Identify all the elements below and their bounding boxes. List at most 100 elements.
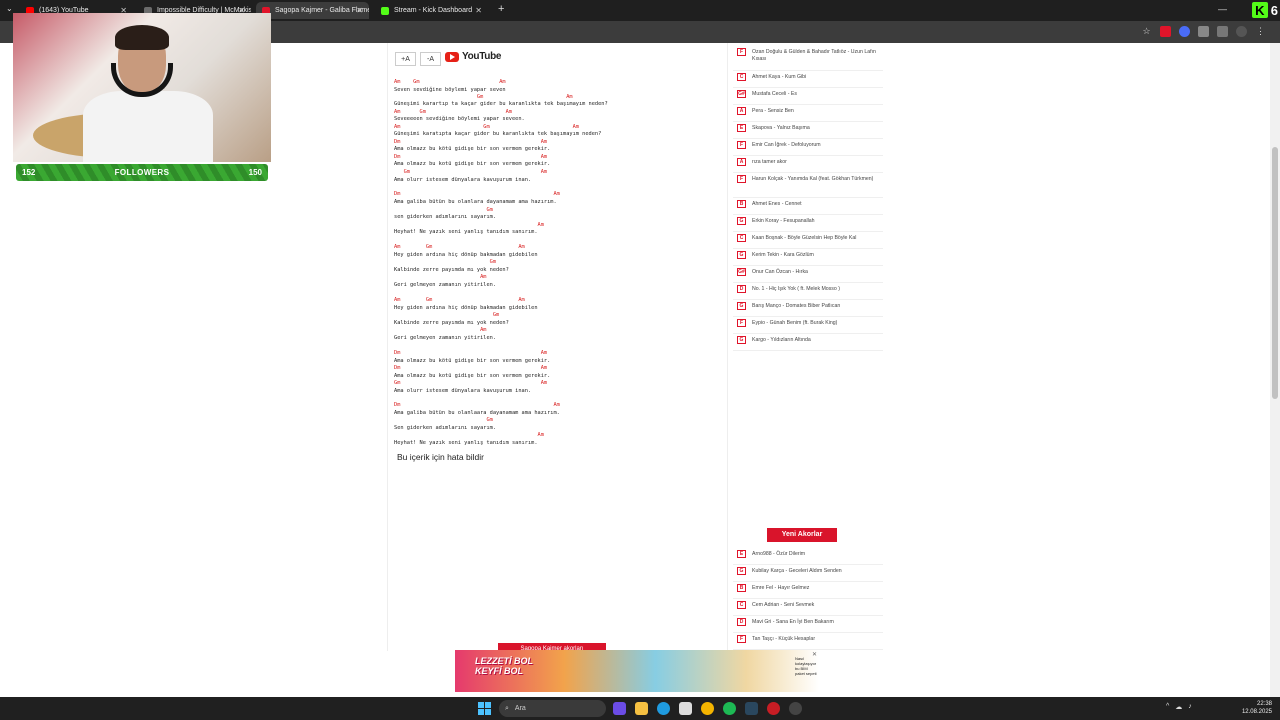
search-icon: ⌕ (505, 704, 509, 712)
song-title: Kubilay Karça - Geceleri Aldım Senden (752, 568, 842, 574)
song-title: Ozan Doğulu & Gülden & Bahadır Tatlıöz -… (752, 49, 876, 62)
song-list-item[interactable]: F Ozan Doğulu & Gülden & Bahadır Tatlıöz … (733, 48, 883, 71)
chord-line: Dm Am (394, 154, 548, 160)
ad-close-icon[interactable]: ✕ (812, 651, 817, 658)
song-list-item[interactable]: E Arno988 - Özür Dilerim (733, 550, 883, 565)
followers-label: FOLLOWERS (114, 168, 170, 177)
scrollbar-thumb[interactable] (1272, 147, 1278, 399)
edge-icon[interactable] (657, 702, 670, 715)
song-list-item[interactable]: D Mavi Gri - Sana En İyi Ben Bakarım (733, 618, 883, 633)
chord-key-badge: G (737, 251, 746, 259)
spotify-icon[interactable] (723, 702, 736, 715)
lyric-line: Geri gelmeyen zamanın yitirilen. (394, 282, 497, 288)
clock[interactable]: 22:38 12.08.2025 (1242, 700, 1272, 716)
steam-icon[interactable] (745, 702, 758, 715)
increase-font-button[interactable]: +A (395, 52, 416, 66)
song-list-item[interactable]: C Kaan Boşnak - Böyle Güzelsin Hep Böyle … (733, 234, 883, 249)
song-list-item[interactable]: G Kerim Tekin - Kara Gözlüm (733, 251, 883, 266)
lyric-line: Ama galiba bütün bu olanlara dayanamam a… (394, 199, 557, 205)
chevron-up-icon[interactable]: ^ (1166, 703, 1169, 711)
song-list-item[interactable]: F Eypio - Günah Benim (ft. Burak King) (733, 319, 883, 334)
song-list-item[interactable]: G Erkin Koray - Fesupanallah (733, 217, 883, 232)
page-scrollbar[interactable] (1270, 43, 1280, 697)
extension-icon[interactable] (1160, 26, 1171, 37)
volume-icon[interactable]: ♪ (1188, 703, 1192, 711)
report-error-link[interactable]: Bu içerik için hata bildir (397, 452, 484, 462)
followers-goal-bar: 152 FOLLOWERS 150 (16, 164, 268, 181)
tab-close-icon[interactable]: ✕ (356, 6, 363, 15)
taskbar-search[interactable]: ⌕ Ara (499, 700, 606, 717)
more-menu-icon[interactable]: ⋮ (1255, 26, 1266, 37)
profile-avatar[interactable] (1236, 26, 1247, 37)
menu-icon[interactable] (1217, 26, 1228, 37)
song-list-item[interactable]: F Tan Taşçı - Küçük Hesaplar (733, 635, 883, 650)
youtube-link[interactable]: YouTube (445, 51, 502, 62)
extension-icon[interactable] (1179, 26, 1190, 37)
network-icon[interactable]: ☁ (1175, 703, 1182, 711)
chord-key-badge: G (737, 302, 746, 310)
song-list-item[interactable]: G# Mustafa Ceceli - Es (733, 90, 883, 105)
chord-key-badge: G# (737, 268, 746, 276)
chord-line: Am (394, 222, 544, 228)
followers-current: 152 (22, 168, 36, 177)
song-list-item[interactable]: B Ahmet Enes - Cennet (733, 200, 883, 215)
browser-tab[interactable]: Sagopa Kajmer - Galiba Flamen ✕ (256, 2, 369, 19)
app-icon[interactable] (767, 702, 780, 715)
chord-key-badge: F (737, 319, 746, 327)
song-title: rıza tamer akor (752, 159, 787, 165)
song-list-item[interactable]: B Emre Fel - Hayır Gelmez (733, 584, 883, 599)
minimize-icon[interactable]: — (1218, 4, 1227, 14)
chord-line: Gm (394, 312, 500, 318)
lyric-line: Güneşimi karatıpta kaçar gider bu karanl… (394, 131, 602, 137)
lyric-line: sen giderken adımlarını sayarım. (394, 214, 497, 220)
app-icon[interactable] (789, 702, 802, 715)
song-list-item[interactable]: C Cem Adrian - Seni Sevmek (733, 601, 883, 616)
chord-line: Dm Am (394, 402, 560, 408)
chord-line: Gm Am (394, 94, 573, 100)
lyric-line: Ama olmazz bu kotü gidişe bir son vermem… (394, 161, 551, 167)
song-list-item[interactable]: D No. 1 - Hiç Işık Yok ( ft. Melek Mosso … (733, 285, 883, 300)
start-button[interactable] (478, 702, 491, 715)
song-list-item[interactable]: G Barış Manço - Domates Biber Patlıcan (733, 302, 883, 317)
song-title: Pera - Sensiz Ben (752, 108, 794, 114)
tab-label: Stream - Kick Dashboard (394, 7, 473, 14)
ad-headline: LEZZETİ BOL KEYFİ BOL (475, 656, 533, 676)
song-list-item[interactable]: A Pera - Sensiz Ben (733, 107, 883, 122)
chord-line: Dm Am (394, 365, 548, 371)
clock-date: 12.08.2025 (1241, 709, 1272, 715)
song-list-item[interactable]: G Kubilay Karça - Geceleri Aldım Senden (733, 567, 883, 582)
file-explorer-icon[interactable] (635, 702, 648, 715)
song-list-item[interactable]: E Skapova - Yalnız Başıma (733, 124, 883, 139)
lyric-line: Seven sevdiğine böylemi yapar seven (394, 87, 506, 93)
song-title: Kerim Tekin - Kara Gözlüm (752, 252, 814, 258)
system-tray[interactable]: ^ ☁ ♪ (1166, 703, 1192, 711)
song-title: Mavi Gri - Sana En İyi Ben Bakarım (752, 619, 834, 625)
song-list-item[interactable]: F Harun Kolçak - Yanımda Kal (feat. Gökha… (733, 175, 883, 198)
song-list-item[interactable]: C Ahmet Kaya - Kum Gibi (733, 73, 883, 88)
bookmark-star-icon[interactable]: ☆ (1141, 26, 1152, 37)
song-list-item[interactable]: F Emir Can İğrek - Defoluyorum (733, 141, 883, 156)
song-list-item[interactable]: G# Onur Can Özcan - Hırka (733, 268, 883, 283)
chrome-icon[interactable] (701, 702, 714, 715)
chord-key-badge: D (737, 618, 746, 626)
tab-close-icon[interactable]: ✕ (475, 6, 482, 15)
song-title: Mustafa Ceceli - Es (752, 91, 797, 97)
chord-key-badge: F (737, 175, 746, 183)
tab-search-icon[interactable]: ⌄ (6, 4, 13, 13)
song-list-item[interactable]: Arıza tamer akor (733, 158, 883, 173)
chord-line: Am Gm Am (394, 244, 525, 250)
chord-key-badge: E (737, 550, 746, 558)
song-title: Tan Taşçı - Küçük Hesaplar (752, 636, 816, 642)
app-icon[interactable] (613, 702, 626, 715)
new-tab-button[interactable]: + (498, 3, 504, 15)
chord-line: Am Gm Am (394, 124, 579, 130)
lyric-line: Ama galiba bütün bu olanlaara dayanamam … (394, 410, 560, 416)
browser-tab[interactable]: Stream - Kick Dashboard ✕ (375, 2, 488, 19)
extensions-puzzle-icon[interactable] (1198, 26, 1209, 37)
chord-key-badge: G (737, 567, 746, 575)
store-icon[interactable] (679, 702, 692, 715)
ad-banner[interactable]: LEZZETİ BOL KEYFİ BOL Nasıl kolaylaşıyor… (455, 650, 819, 692)
chord-key-badge: C (737, 601, 746, 609)
decrease-font-button[interactable]: -A (420, 52, 441, 66)
song-list-item[interactable]: G Kargo - Yıldızların Altında (733, 336, 883, 351)
